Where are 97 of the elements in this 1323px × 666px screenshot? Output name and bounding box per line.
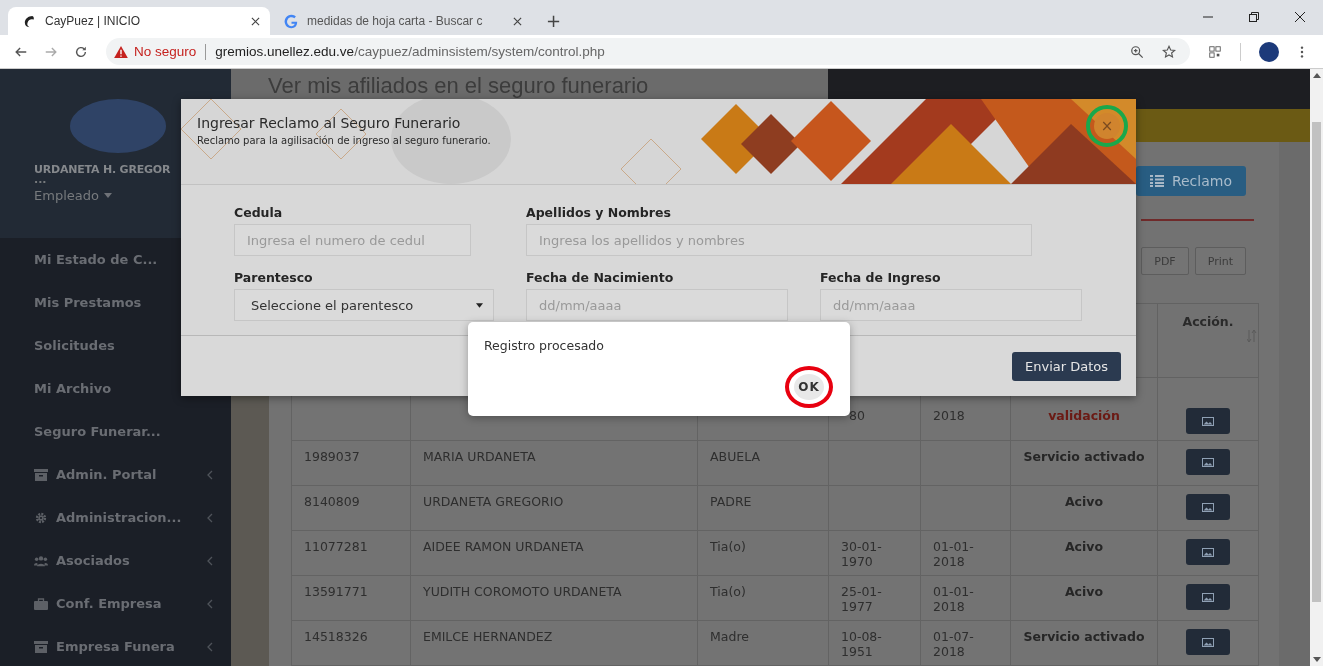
chevron-icon	[207, 641, 213, 652]
image-icon	[1202, 637, 1214, 647]
field-label: Parentesco	[234, 270, 314, 285]
image-button[interactable]	[1186, 449, 1230, 475]
table-cell: ABUELA	[710, 449, 760, 464]
user-name-overflow: ...	[34, 176, 48, 184]
close-icon[interactable]	[251, 16, 260, 26]
table-cell: EMILCE HERNANDEZ	[423, 629, 553, 644]
image-icon	[1202, 547, 1214, 557]
input-field[interactable]: dd/mm/aaaa	[820, 289, 1082, 321]
select-field[interactable]: Seleccione el parentesco	[234, 289, 494, 321]
status-text: validación	[1048, 408, 1120, 423]
profile-avatar[interactable]	[1259, 41, 1279, 62]
sidebar-item[interactable]: Administracion...	[0, 496, 231, 539]
image-icon	[1202, 502, 1214, 512]
table-cell: AIDEE RAMON URDANETA	[423, 539, 584, 554]
field-label: Fecha de Ingreso	[820, 270, 942, 285]
table-cell: PADRE	[710, 494, 752, 509]
new-tab-button[interactable]: +	[546, 10, 562, 31]
table-cell-text: 01-07-2018	[933, 629, 975, 659]
table-cell-text: 01-01-2018	[933, 584, 975, 614]
status-text: Acivo	[1064, 539, 1104, 554]
image-icon	[1202, 592, 1214, 602]
table-cell: Madre	[710, 629, 749, 644]
table-cell: Tia(o)	[710, 539, 746, 554]
warning-icon	[114, 45, 128, 58]
field-label: Apellidos y Nombres	[526, 205, 672, 220]
table-cell: 1989037	[304, 449, 360, 464]
status-text: Servicio activado	[1023, 629, 1145, 644]
user-role-dropdown[interactable]: Empleado	[34, 188, 112, 203]
table-cell: 14518326	[304, 629, 368, 644]
table-cell-text: 25-01-1977	[841, 584, 883, 614]
image-button[interactable]	[1186, 494, 1230, 520]
sidebar-item[interactable]: Admin. Portal	[0, 453, 231, 496]
field-label: Fecha de Nacimiento	[526, 270, 675, 285]
restore-icon[interactable]	[1248, 11, 1260, 23]
modal-subtitle: Reclamo para la agilisación de ingreso al seguro funerario.	[197, 135, 491, 146]
alert-message: Registro procesado	[484, 338, 604, 353]
close-icon[interactable]	[1294, 11, 1306, 23]
image-icon	[1202, 457, 1214, 467]
image-button[interactable]	[1186, 408, 1230, 434]
table-cell: 2018	[933, 408, 965, 423]
modal-title: Ingresar Reclamo al Seguro Funerario	[197, 115, 462, 131]
submit-button[interactable]: Enviar Datos	[1012, 351, 1121, 381]
input-field[interactable]: dd/mm/aaaa	[526, 289, 788, 321]
status-text: Acivo	[1064, 584, 1104, 599]
table-cell: 13591771	[304, 584, 368, 599]
scrollbar[interactable]	[1310, 69, 1323, 666]
archive-icon	[34, 640, 48, 653]
table-cell: 11077281	[304, 539, 368, 554]
table-cell: URDANETA GREGORIO	[423, 494, 564, 509]
arrow-up-icon[interactable]	[1312, 73, 1321, 78]
image-icon	[1202, 416, 1214, 426]
chevron-icon	[207, 469, 213, 480]
user-name: URDANETA H. GREGOR	[34, 163, 172, 176]
sidebar-item[interactable]: Empresa Funera	[0, 625, 231, 666]
table-cell-text: 10-08-1951	[841, 629, 883, 659]
logo-icon	[22, 13, 37, 29]
table-cell-text: 30-01-1970	[841, 539, 883, 569]
google-icon	[284, 13, 299, 29]
reclamo-button[interactable]: Reclamo	[1135, 165, 1246, 196]
table-cell: YUDITH COROMOTO URDANETA	[423, 584, 622, 599]
caret-icon	[476, 302, 483, 308]
table-cell: 80	[849, 408, 865, 423]
chevron-icon	[207, 512, 213, 523]
browser-tab[interactable]: medidas de hoja carta - Buscar c	[270, 7, 532, 35]
status-text: Acivo	[1064, 494, 1104, 509]
export-button[interactable]: Print	[1194, 247, 1246, 275]
archive-icon	[34, 468, 48, 481]
chevron-icon	[207, 555, 213, 566]
browser-tab[interactable]: CayPuez | INICIO	[8, 7, 270, 35]
chevron-icon	[207, 598, 213, 609]
sidebar-item[interactable]: Seguro Funerar...	[0, 410, 231, 453]
column-header[interactable]: Acción.	[1157, 303, 1259, 378]
sidebar-item[interactable]: Conf. Empresa	[0, 582, 231, 625]
ok-button[interactable]: OK	[794, 374, 824, 400]
table-cell-text: 01-01-2018	[933, 539, 975, 569]
users-icon	[34, 554, 48, 567]
close-icon[interactable]	[513, 16, 522, 26]
address-field[interactable]: No seguro gremios.unellez.edu.ve/caypuez/adminsistem/system/control.php	[106, 38, 1190, 65]
sidebar-item[interactable]: Asociados	[0, 539, 231, 582]
gear-icon	[34, 511, 48, 524]
list-icon	[1149, 174, 1164, 187]
caret-icon	[103, 193, 112, 198]
image-button[interactable]	[1186, 539, 1230, 565]
arrow-down-icon[interactable]	[1312, 657, 1321, 662]
image-button[interactable]	[1186, 629, 1230, 655]
image-button[interactable]	[1186, 584, 1230, 610]
field-label: Cedula	[234, 205, 284, 220]
briefcase-icon	[34, 597, 48, 610]
table-cell: Tia(o)	[710, 584, 746, 599]
input-field[interactable]: Ingresa los apellidos y nombres	[526, 224, 1032, 256]
input-field[interactable]: Ingresa el numero de cedul	[234, 224, 471, 256]
table-cell: MARIA URDANETA	[423, 449, 536, 464]
export-button[interactable]: PDF	[1141, 247, 1189, 275]
status-text: Servicio activado	[1023, 449, 1145, 464]
table-cell: 8140809	[304, 494, 360, 509]
